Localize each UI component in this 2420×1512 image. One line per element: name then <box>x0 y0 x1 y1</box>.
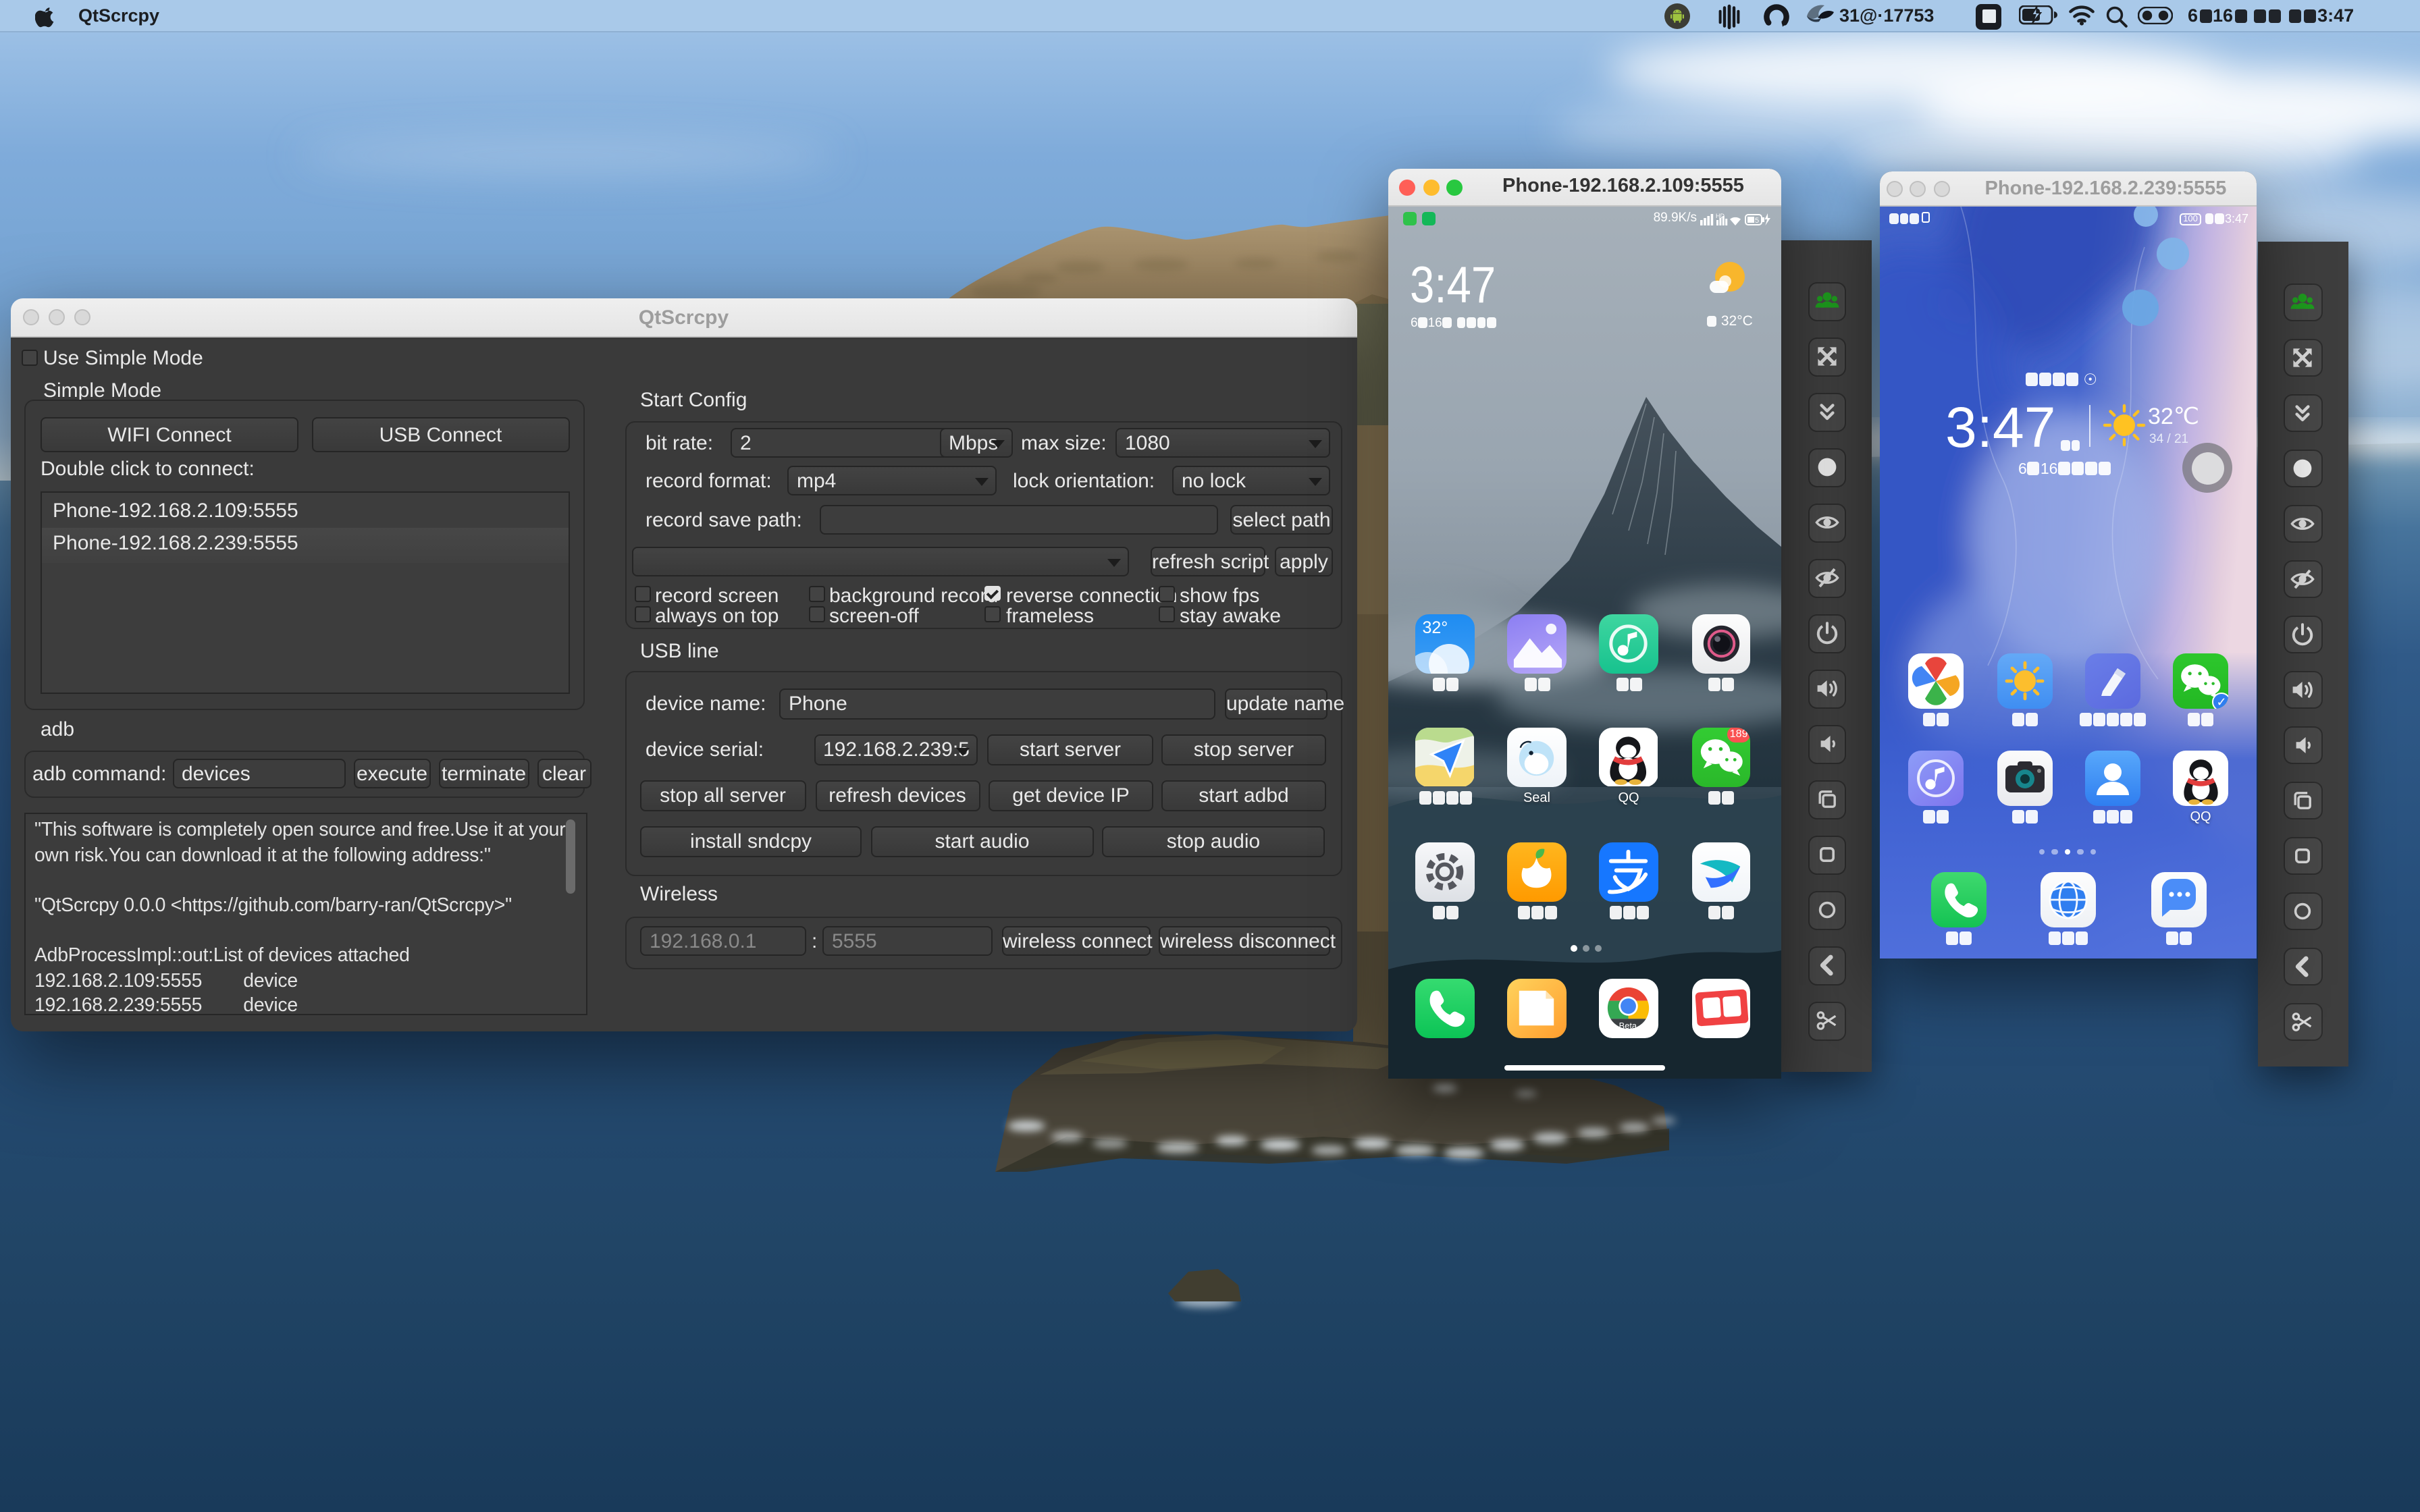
svg-text:5: 5 <box>1754 216 1758 224</box>
svg-text:Beta: Beta <box>1619 1021 1637 1031</box>
